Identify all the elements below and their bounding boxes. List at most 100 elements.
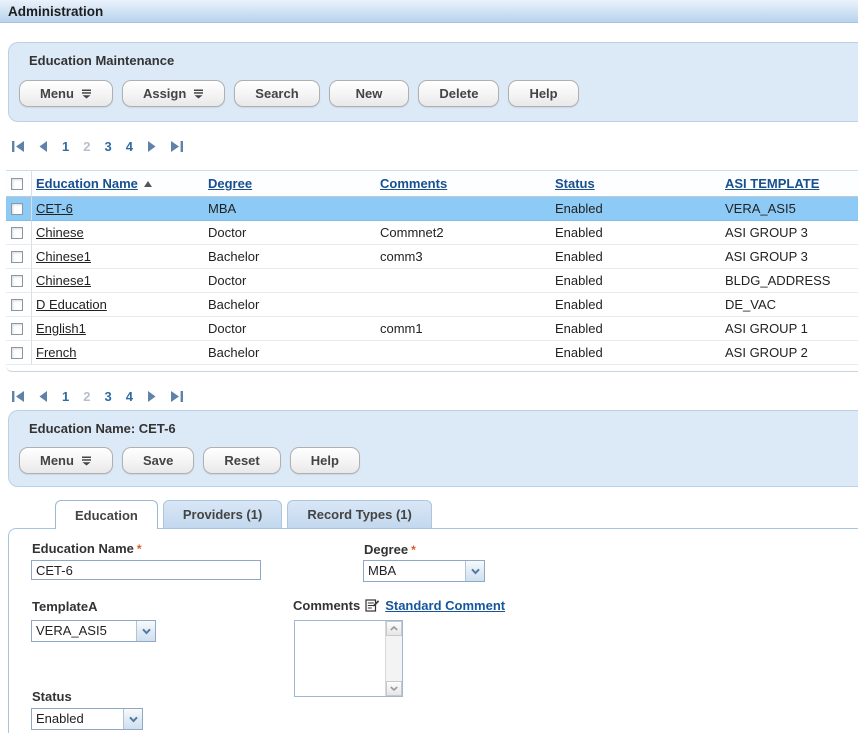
help-button[interactable]: Help — [508, 80, 579, 107]
column-header-degree[interactable]: Degree — [208, 176, 252, 191]
page-3-link[interactable]: 3 — [104, 139, 111, 154]
pagination-bottom: 1 2 3 4 — [12, 389, 183, 404]
standard-comment-icon[interactable] — [365, 598, 380, 613]
cell-degree: MBA — [208, 197, 380, 221]
next-page-icon[interactable] — [147, 141, 156, 152]
cell-asi-template: BLDG_ADDRESS — [725, 269, 858, 293]
column-header-status[interactable]: Status — [555, 176, 595, 191]
status-label: Status — [32, 689, 72, 704]
cell-comments: comm1 — [380, 317, 555, 341]
assign-caret-icon — [193, 89, 204, 99]
dropdown-arrow-icon — [136, 621, 155, 641]
last-page-icon[interactable] — [170, 391, 183, 402]
cell-status: Enabled — [555, 245, 725, 269]
degree-select[interactable]: MBA — [363, 560, 485, 582]
cell-status: Enabled — [555, 269, 725, 293]
tab-record-types[interactable]: Record Types (1) — [287, 500, 432, 528]
scroll-down-icon[interactable] — [386, 681, 402, 696]
next-page-icon[interactable] — [147, 391, 156, 402]
education-name-link[interactable]: Chinese1 — [36, 273, 91, 288]
cell-degree: Doctor — [208, 221, 380, 245]
cell-degree: Bachelor — [208, 293, 380, 317]
cell-degree: Doctor — [208, 317, 380, 341]
cell-asi-template: ASI GROUP 1 — [725, 317, 858, 341]
required-marker: * — [411, 543, 416, 557]
row-checkbox[interactable] — [11, 226, 23, 239]
toolbar: Menu Assign Search New Delete Help — [19, 80, 579, 107]
cell-comments: comm3 — [380, 245, 555, 269]
row-checkbox[interactable] — [11, 274, 23, 287]
education-form-panel: Education Name* Degree* MBA TemplateA VE… — [8, 528, 858, 733]
last-page-icon[interactable] — [170, 141, 183, 152]
page-3-link[interactable]: 3 — [104, 389, 111, 404]
tab-providers[interactable]: Providers (1) — [162, 500, 283, 528]
detail-panel-title: Education Name: CET-6 — [29, 421, 176, 436]
comments-header: Comments Standard Comment — [293, 598, 505, 613]
menu-caret-icon — [81, 456, 92, 466]
comments-textarea[interactable] — [294, 620, 403, 697]
status-select[interactable]: Enabled — [31, 708, 143, 730]
page-1-link[interactable]: 1 — [62, 139, 69, 154]
pagination-top: 1 2 3 4 — [12, 139, 183, 154]
template-select[interactable]: VERA_ASI5 — [31, 620, 156, 642]
cell-comments — [380, 293, 555, 317]
cell-comments: Commnet2 — [380, 221, 555, 245]
standard-comment-link[interactable]: Standard Comment — [385, 598, 505, 613]
template-label: TemplateA — [32, 599, 98, 614]
scroll-up-icon[interactable] — [386, 621, 402, 636]
education-name-link[interactable]: Chinese — [36, 225, 84, 240]
education-table: Education Name Degree Comments Status AS… — [6, 170, 858, 372]
sort-ascending-icon — [143, 180, 152, 187]
textarea-scrollbar[interactable] — [385, 621, 402, 696]
page-4-link[interactable]: 4 — [126, 389, 133, 404]
panel-title: Education Maintenance — [29, 53, 175, 68]
help-button[interactable]: Help — [289, 447, 360, 474]
menu-button[interactable]: Menu — [19, 447, 113, 474]
row-checkbox[interactable] — [11, 346, 23, 359]
column-header-comments[interactable]: Comments — [380, 176, 447, 191]
tab-education[interactable]: Education — [55, 500, 158, 529]
page-title: Administration — [0, 0, 858, 23]
cell-status: Enabled — [555, 293, 725, 317]
cell-comments — [380, 269, 555, 293]
menu-button[interactable]: Menu — [19, 80, 113, 107]
detail-toolbar: Menu Save Reset Help — [19, 447, 360, 474]
education-name-link[interactable]: Chinese1 — [36, 249, 91, 264]
education-name-link[interactable]: CET-6 — [36, 201, 73, 216]
assign-button[interactable]: Assign — [121, 80, 226, 107]
education-name-link[interactable]: D Education — [36, 297, 107, 312]
row-checkbox[interactable] — [11, 202, 23, 215]
cell-status: Enabled — [555, 197, 725, 221]
search-button[interactable]: Search — [234, 80, 320, 107]
cell-asi-template: ASI GROUP 3 — [725, 221, 858, 245]
dropdown-arrow-icon — [465, 561, 484, 581]
education-name-link[interactable]: French — [36, 345, 76, 360]
cell-status: Enabled — [555, 317, 725, 341]
first-page-icon[interactable] — [12, 391, 25, 402]
education-name-link[interactable]: English1 — [36, 321, 86, 336]
reset-button[interactable]: Reset — [203, 447, 281, 474]
select-all-checkbox[interactable] — [11, 177, 23, 190]
row-checkbox[interactable] — [11, 298, 23, 311]
menu-caret-icon — [81, 89, 92, 99]
row-checkbox[interactable] — [11, 322, 23, 335]
select-all-cell — [6, 170, 32, 197]
previous-page-icon[interactable] — [39, 391, 48, 402]
cell-comments — [380, 341, 555, 365]
column-header-asi-template[interactable]: ASI TEMPLATE — [725, 176, 819, 191]
row-checkbox[interactable] — [11, 250, 23, 263]
previous-page-icon[interactable] — [39, 141, 48, 152]
column-header-education-name[interactable]: Education Name — [36, 176, 138, 191]
page-1-link[interactable]: 1 — [62, 389, 69, 404]
table-footer-strip — [6, 365, 858, 372]
dropdown-arrow-icon — [123, 709, 142, 729]
save-button[interactable]: Save — [121, 447, 195, 474]
new-button[interactable]: New — [328, 80, 410, 107]
first-page-icon[interactable] — [12, 141, 25, 152]
cell-asi-template: ASI GROUP 2 — [725, 341, 858, 365]
page-4-link[interactable]: 4 — [126, 139, 133, 154]
delete-button[interactable]: Delete — [418, 80, 500, 107]
cell-degree: Doctor — [208, 269, 380, 293]
education-name-label: Education Name * — [32, 541, 142, 556]
education-name-field[interactable] — [31, 560, 261, 580]
